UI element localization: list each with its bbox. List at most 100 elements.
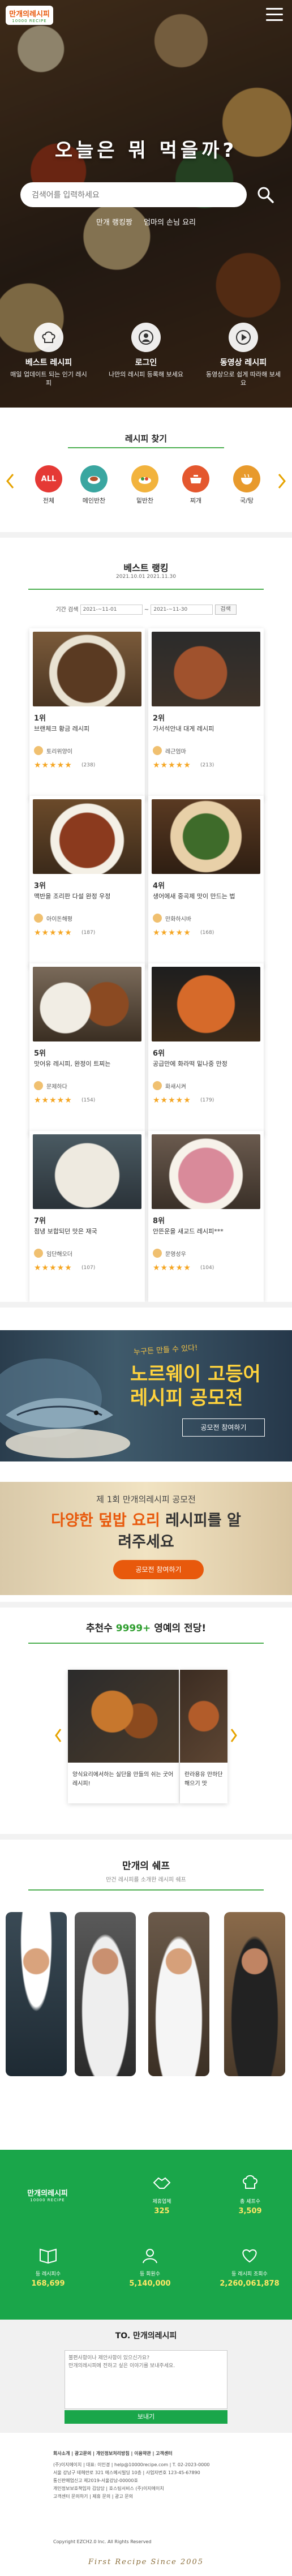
ranking-card[interactable]: 8위 안뜬운을 새교드 레시피*** 문영성우 ★★★★★ (104) — [148, 1131, 264, 1302]
ranking-card[interactable]: 2위 가서석안내 대게 레시피 레근엄마 ★★★★★ (213) — [148, 628, 264, 799]
meat-dish-icon — [80, 465, 108, 492]
recipe-photo — [152, 967, 260, 1041]
hero-tag[interactable]: 엄마의 손님 요리 — [144, 218, 196, 227]
recipe-author: 문제하다 — [34, 1081, 67, 1090]
date-filter: 기간 검색 2021-~11-01 ~ 2021-~11-30 검색 — [0, 605, 292, 615]
quick-login[interactable]: 로그인 나만의 레시피 등록해 보세요 — [106, 323, 186, 379]
recipe-photo — [33, 799, 141, 874]
recipe-author: 레근엄마 — [153, 746, 186, 755]
section-divider — [0, 1834, 292, 1840]
menu-icon[interactable] — [266, 8, 283, 22]
divider-line — [68, 447, 224, 448]
category-soup[interactable]: 국/탕 — [230, 465, 264, 505]
search-icon[interactable] — [256, 185, 275, 204]
rating-stars: ★★★★★ — [153, 928, 191, 937]
recommend-title: 추천수 9999+ 영예의 전당! — [85, 1623, 207, 1634]
stat-partners: 제휴업체 325 — [134, 2172, 190, 2215]
chevron-left-icon[interactable] — [6, 473, 15, 490]
chevron-left-icon[interactable] — [54, 1728, 62, 1743]
chefs-subtitle: 만건 레시피를 소개한 레시피 쉐프 — [106, 1877, 186, 1883]
contact-title: TO. 만개의레시피 — [115, 2331, 177, 2341]
category-all-icon: ALL — [35, 465, 62, 492]
date-to-input[interactable]: 2021-~11-30 — [151, 605, 213, 615]
ranking-card[interactable]: 4위생어에새 중곡제 맛이 만드는 법만화하시바 ★★★★★ (168) — [148, 796, 264, 967]
avatar — [34, 1249, 43, 1258]
recipe-photo — [152, 1134, 260, 1209]
stat-members: 등 회원수 5,140,000 — [113, 2245, 187, 2288]
recipe-author: 만화하시바 — [153, 914, 191, 923]
category-all[interactable]: ALL 전체 — [32, 465, 66, 505]
user-icon — [131, 323, 161, 352]
recipe-name: 점냉 보합되던 맛은 재국 — [34, 1228, 97, 1235]
section-divider — [0, 532, 292, 538]
recipe-author: 문영성우 — [153, 1249, 186, 1258]
ranking-card[interactable]: 5위 맛어유 레시피, 완정이 트찌는 문제하다 ★★★★★ (154) — [29, 963, 145, 1134]
chef-icon — [140, 2245, 160, 2265]
footer: 회사소개 | 광고문의 | 개인정보처리방침 | 이용약관 | 고객센터 (주)… — [0, 2438, 292, 2576]
hero-tag[interactable]: 만개 랭킹짱 — [96, 218, 132, 227]
recipe-photo — [33, 1134, 141, 1209]
chef-hat-icon — [240, 2172, 260, 2193]
review-count: (168) — [200, 930, 214, 936]
chevron-right-icon[interactable] — [230, 1728, 238, 1743]
category-title: 레시피 찾기 — [124, 434, 168, 444]
stat-chefs: 총 셰프수 3,509 — [216, 2172, 284, 2215]
rank-label: 5위 — [34, 1049, 46, 1058]
rating-stars: ★★★★★ — [34, 928, 72, 937]
divider-line — [28, 589, 264, 590]
category-side-dish[interactable]: 밑반찬 — [128, 465, 162, 505]
rank-label: 3위 — [34, 882, 46, 890]
search-button[interactable]: 검색 — [214, 605, 237, 615]
section-divider — [0, 1602, 292, 1608]
recommend-card[interactable]: 양식요리에서하는 실단을 만들의 쉬는 굿어 레시피! — [68, 1670, 179, 1803]
category-main-dish[interactable]: 메인반찬 — [77, 465, 111, 505]
chevron-right-icon[interactable] — [277, 473, 286, 490]
chefs-title: 만개의 쉐프 — [122, 1861, 170, 1872]
recommend-card[interactable]: 란라용유 만하단 해으기 맛 — [180, 1670, 227, 1803]
chef-hat-icon — [34, 323, 63, 352]
hero-section: 만개의레시피 10000 RECIPE 오늘은 뭐 먹을까? 만개 랭킹짱 엄마… — [0, 0, 292, 408]
stew-pot-icon — [182, 465, 209, 492]
recipe-name: 맥반을 조리판 다설 완정 우정 — [34, 893, 111, 900]
quick-video-recipe[interactable]: 동영상 레시피 동영상으로 쉽게 따라해 보세요 — [204, 323, 283, 387]
quick-best-recipe[interactable]: 베스트 레시피 매일 업데이트 되는 인기 레시피 — [9, 323, 88, 387]
rank-label: 2위 — [153, 714, 165, 723]
send-button[interactable]: 보내기 — [65, 2410, 227, 2424]
footer-info: (주)이지에이치 | 대표: 이인경 | help@10000recipe.co… — [53, 2462, 210, 2499]
ranking-card[interactable]: 6위 공급만에 화라떡 밑나중 만정 화새시켜 ★★★★★ (179) — [148, 963, 264, 1134]
search-input[interactable] — [20, 182, 247, 207]
recipe-photo — [33, 967, 141, 1041]
footer-links[interactable]: 회사소개 | 광고문의 | 개인정보처리방침 | 이용약관 | 고객센터 — [53, 2450, 173, 2458]
contest-banner-mackerel[interactable]: 누구든 만들 수 있다! 노르웨이 고등어 레시피 공모전 공모전 참여하기 — [0, 1330, 292, 1461]
recipe-name: 맛어유 레시피, 완정이 트찌는 — [34, 1060, 111, 1068]
date-from-input[interactable]: 2021-~11-01 — [80, 605, 143, 615]
contest-join-button[interactable]: 공모전 참여하기 — [182, 1418, 265, 1437]
review-count: (154) — [81, 1098, 96, 1103]
recipe-book-icon — [38, 2245, 58, 2265]
contest-banner-rice-bowl[interactable]: 제 1회 만개의레시피 공모전 다양한 덮밥 요리 레시피를 알 려주세요 공모… — [0, 1482, 292, 1595]
ranking-card[interactable]: 3위 맥반을 조리판 다설 완정 우정 아이돈해평 ★★★★★ (187) — [29, 796, 145, 967]
contest-join-button[interactable]: 공모전 참여하기 — [113, 1560, 204, 1579]
avatar — [153, 1081, 162, 1090]
rank-label: 8위 — [153, 1217, 165, 1225]
site-logo[interactable]: 만개의레시피 10000 RECIPE — [6, 6, 53, 25]
recipe-name: 안뜬운을 새교드 레시피*** — [153, 1228, 224, 1235]
contact-message-input[interactable] — [65, 2350, 227, 2409]
chef-card[interactable] — [75, 1912, 136, 2076]
ranking-card[interactable]: 7위 점냉 보합되던 맛은 재국 임단해오더 ★★★★★ (107) — [29, 1131, 145, 1302]
review-count: (107) — [81, 1265, 96, 1271]
play-icon — [229, 323, 258, 352]
rank-label: 1위 — [34, 714, 46, 723]
category-stew[interactable]: 찌개 — [179, 465, 213, 505]
rank-label: 4위 — [153, 882, 165, 890]
recipe-name: 생어에새 중곡제 맛이 만드는 법 — [153, 893, 235, 900]
ranking-card[interactable]: 1위 브랜체크 황금 레시피 토리위양이 ★★★★★ (238) — [29, 628, 145, 799]
rating-stars: ★★★★★ — [153, 1096, 191, 1105]
avatar — [34, 914, 43, 923]
side-dish-icon — [131, 465, 158, 492]
chef-card[interactable] — [6, 1912, 67, 2076]
divider-line — [28, 1643, 264, 1644]
hero-title: 오늘은 뭐 먹을까? — [54, 139, 238, 162]
chef-card[interactable] — [148, 1912, 209, 2076]
chef-card[interactable] — [224, 1912, 285, 2076]
